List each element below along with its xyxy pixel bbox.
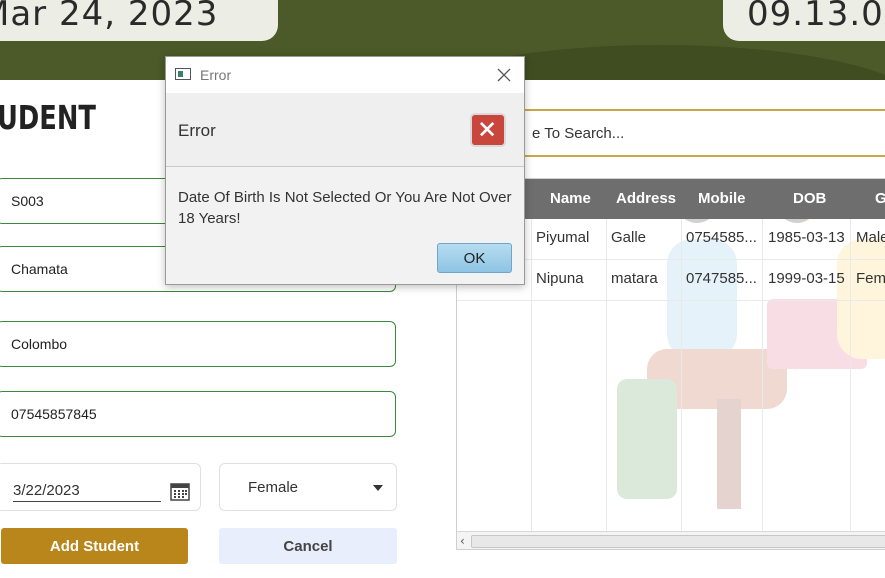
table-cell: 0754585...: [686, 229, 757, 246]
error-icon: [470, 113, 506, 147]
search-input[interactable]: e To Search...: [500, 109, 885, 157]
dialog-window-title: Error: [200, 67, 232, 83]
table-cell: Galle: [611, 229, 647, 246]
student-id-value: S003: [11, 193, 44, 209]
app-window-icon: [175, 68, 191, 80]
column-header-mobile[interactable]: Mobile: [698, 190, 746, 207]
time-display: 09.13.06: [723, 0, 885, 41]
address-field[interactable]: Colombo: [0, 321, 396, 367]
gender-select[interactable]: Female: [219, 463, 397, 511]
scrollbar-thumb[interactable]: [471, 535, 885, 548]
table-cell: 1999-03-15: [768, 270, 845, 287]
column-header-gender[interactable]: G: [875, 190, 885, 207]
gender-value: Female: [248, 479, 299, 496]
table-cell: matara: [611, 270, 658, 287]
column-divider: [531, 219, 532, 531]
close-icon[interactable]: [494, 65, 514, 85]
cancel-button[interactable]: Cancel: [219, 528, 397, 564]
time-text: 09.13.06: [747, 0, 885, 34]
dialog-titlebar: Error: [166, 57, 524, 93]
table-cell: Male: [856, 229, 885, 246]
date-display: Mar 24, 2023: [0, 0, 278, 41]
column-header-address[interactable]: Address: [616, 190, 676, 207]
chevron-down-icon: [373, 485, 383, 491]
error-dialog: Error Error Date Of Birth Is Not Selecte…: [165, 56, 525, 285]
calendar-icon[interactable]: [170, 481, 190, 501]
column-divider: [681, 219, 682, 531]
table-cell: Piyumal: [536, 229, 590, 246]
dialog-message: Date Of Birth Is Not Selected Or You Are…: [178, 189, 512, 227]
table-cell: Nipuna: [536, 270, 584, 287]
mobile-value: 07545857845: [11, 406, 97, 422]
date-text: Mar 24, 2023: [0, 0, 219, 34]
form-title: UDENT: [0, 98, 96, 137]
search-placeholder: e To Search...: [532, 125, 625, 142]
dob-date-picker[interactable]: 3/22/2023: [0, 463, 201, 511]
column-divider: [850, 219, 851, 531]
address-value: Colombo: [11, 336, 68, 352]
table-cell: 0747585...: [686, 270, 757, 287]
chevron-left-icon[interactable]: ‹: [460, 534, 465, 548]
add-student-button[interactable]: Add Student: [1, 528, 188, 564]
column-divider: [606, 219, 607, 531]
horizontal-scrollbar[interactable]: ‹: [457, 531, 885, 549]
table-cell: 1985-03-13: [768, 229, 845, 246]
name-value: Chamata: [11, 261, 68, 277]
dob-value: 3/22/2023: [13, 482, 161, 502]
dialog-header: Error: [166, 93, 524, 167]
column-divider: [762, 219, 763, 531]
column-header-name[interactable]: Name: [550, 190, 591, 207]
column-header-dob[interactable]: DOB: [793, 190, 826, 207]
ok-button[interactable]: OK: [437, 243, 512, 273]
mobile-field[interactable]: 07545857845: [0, 391, 396, 437]
table-cell: Fem: [856, 270, 885, 287]
dialog-header-text: Error: [178, 121, 216, 140]
